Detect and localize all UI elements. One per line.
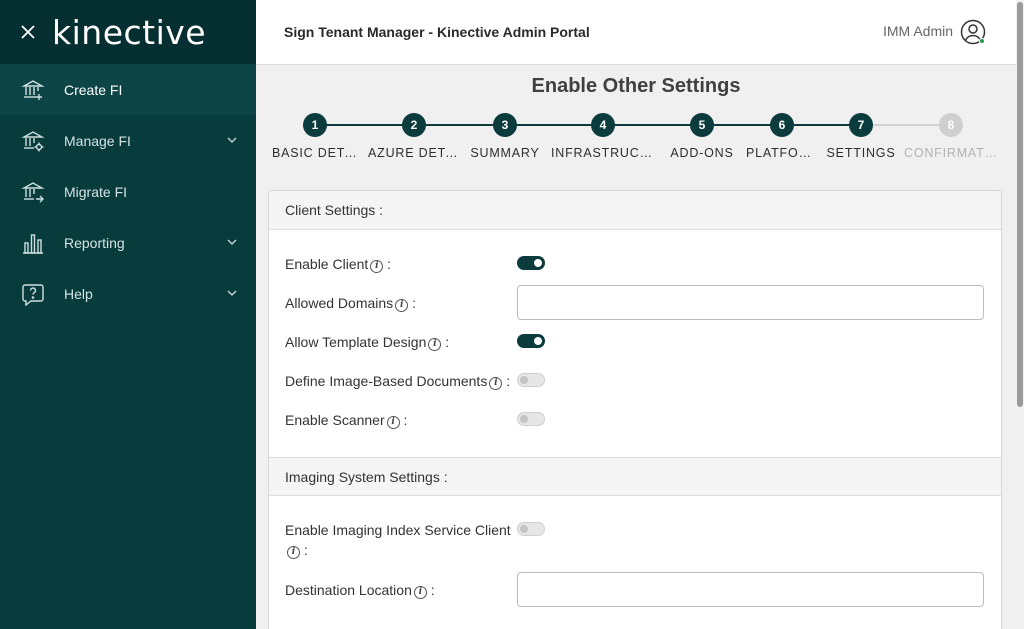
destination-location-input[interactable] <box>517 572 984 607</box>
enable-client-toggle[interactable] <box>517 256 545 270</box>
step-label: SUMMARY <box>470 146 540 160</box>
step-label: CONFIRMATION <box>904 146 998 160</box>
chevron-down-icon <box>227 239 237 245</box>
step-number: 5 <box>690 113 714 137</box>
step-basic-details[interactable]: 1 BASIC DETAILS <box>260 113 370 160</box>
sidebar-item-label: Manage FI <box>64 132 131 149</box>
enable-imaging-index-toggle[interactable] <box>517 522 545 536</box>
client-settings-header: Client Settings : <box>269 191 1001 230</box>
enable-imaging-index-row: Enable Imaging Index Service Client i : <box>285 516 985 561</box>
allow-template-design-toggle[interactable] <box>517 334 545 348</box>
close-icon[interactable] <box>18 22 38 42</box>
bank-add-icon <box>20 77 46 103</box>
label-colon: : <box>430 582 435 598</box>
info-icon[interactable]: i <box>428 338 442 351</box>
info-icon[interactable]: i <box>370 260 384 273</box>
enable-client-label: Enable Client <box>285 256 369 272</box>
label-colon: : <box>403 412 408 428</box>
step-number: 4 <box>591 113 615 137</box>
allowed-domains-input[interactable] <box>517 285 984 320</box>
sidebar-item-label: Reporting <box>64 234 125 251</box>
sidebar-item-migrate-fi[interactable]: Migrate FI <box>0 166 256 217</box>
sidebar-item-manage-fi[interactable]: Manage FI <box>0 115 256 166</box>
step-number: 3 <box>493 113 517 137</box>
allow-template-design-label: Allow Template Design <box>285 334 427 350</box>
imaging-settings-header: Imaging System Settings : <box>269 457 1001 496</box>
define-image-based-documents-row: Define Image-Based Documents i : <box>285 367 985 397</box>
step-number: 7 <box>849 113 873 137</box>
label-colon: : <box>506 373 511 389</box>
label-colon: : <box>412 295 416 311</box>
settings-card: Client Settings : Enable Client i : Allow… <box>268 190 1002 629</box>
online-status-dot <box>979 38 985 44</box>
sidebar: kinective Create FI Manage FI Migrate FI… <box>0 0 256 629</box>
step-number: 1 <box>303 113 327 137</box>
define-image-based-documents-label: Define Image-Based Documents <box>285 373 488 389</box>
chevron-down-icon <box>227 290 237 296</box>
scrollbar[interactable] <box>1016 0 1024 629</box>
enable-scanner-row: Enable Scanner i : <box>285 406 985 436</box>
info-icon[interactable]: i <box>395 299 409 312</box>
enable-imaging-index-label: Enable Imaging Index Service Client <box>285 522 511 538</box>
user-name[interactable]: IMM Admin <box>883 23 953 39</box>
enable-scanner-label: Enable Scanner <box>285 412 385 428</box>
step-label: INFRASTRUCTURE <box>551 146 655 160</box>
sidebar-item-create-fi[interactable]: Create FI <box>0 64 256 115</box>
step-label: BASIC DETAILS <box>272 146 358 160</box>
sidebar-item-label: Help <box>64 285 93 302</box>
client-settings-body: Enable Client i : Allowed Domains i : Allo… <box>269 230 1001 457</box>
step-label: AZURE DETAILS <box>368 146 460 160</box>
allowed-domains-label: Allowed Domains <box>285 295 394 311</box>
info-icon[interactable]: i <box>386 416 400 429</box>
destination-location-label: Destination Location <box>285 582 412 598</box>
enable-scanner-toggle[interactable] <box>517 412 545 426</box>
info-icon[interactable]: i <box>287 546 300 559</box>
bar-chart-icon <box>20 230 46 256</box>
bank-arrow-icon <box>20 179 46 205</box>
allow-template-design-row: Allow Template Design i : <box>285 328 985 358</box>
portal-title: Sign Tenant Manager - Kinective Admin Po… <box>284 24 590 40</box>
scrollbar-thumb[interactable] <box>1017 2 1023 407</box>
info-icon[interactable]: i <box>489 377 503 390</box>
step-infrastructure[interactable]: 4 INFRASTRUCTURE <box>548 113 658 160</box>
step-number: 6 <box>770 113 794 137</box>
step-number: 2 <box>402 113 426 137</box>
sidebar-header: kinective <box>0 0 256 64</box>
sidebar-item-label: Migrate FI <box>64 183 128 200</box>
top-bar: Sign Tenant Manager - Kinective Admin Po… <box>256 0 1016 65</box>
bank-gear-icon <box>20 128 46 154</box>
allowed-domains-row: Allowed Domains i : <box>285 285 985 320</box>
step-number: 8 <box>939 113 963 137</box>
chevron-down-icon <box>227 137 237 143</box>
label-colon: : <box>445 334 450 350</box>
page-title: Enable Other Settings <box>531 75 741 97</box>
sidebar-item-reporting[interactable]: Reporting <box>0 217 256 268</box>
define-image-based-documents-toggle[interactable] <box>517 373 545 387</box>
label-colon: : <box>387 256 392 272</box>
info-icon[interactable]: i <box>413 586 427 599</box>
step-summary[interactable]: 3 SUMMARY <box>450 113 560 160</box>
enable-client-row: Enable Client i : <box>285 250 985 280</box>
stepper: 1 BASIC DETAILS 2 AZURE DETAILS 3 SUMMAR… <box>268 113 1008 173</box>
main-content: Enable Other Settings 1 BASIC DETAILS 2 … <box>256 65 1016 629</box>
sidebar-item-help[interactable]: Help <box>0 268 256 319</box>
help-icon <box>20 281 46 307</box>
imaging-settings-body: Enable Imaging Index Service Client i : … <box>269 496 1001 629</box>
destination-location-row: Destination Location i : <box>285 572 985 607</box>
step-confirmation: 8 CONFIRMATION <box>896 113 1006 160</box>
kinective-logo: kinective <box>52 12 207 52</box>
label-colon: : <box>303 542 308 558</box>
sidebar-item-label: Create FI <box>64 81 123 98</box>
